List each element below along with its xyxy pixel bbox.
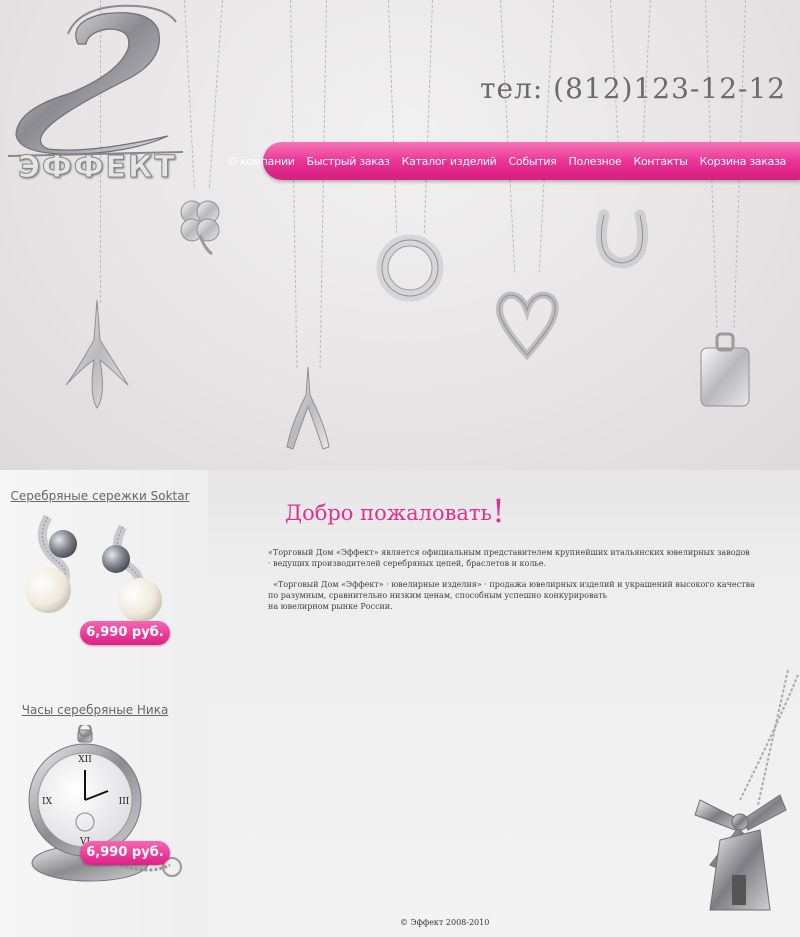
text-line: «Торговый Дом «Эффект» является официаль… [268, 548, 750, 557]
heart-pendant-icon [495, 291, 559, 360]
phone-number: тел: (812)123-12-12 [480, 72, 787, 105]
chain [538, 0, 554, 275]
logo-text: ЭФФЕКТ [18, 150, 177, 186]
intro-paragraph-1: «Торговый Дом «Эффект» является официаль… [268, 547, 768, 569]
text-line: на ювелирном рынке России. [268, 602, 393, 611]
nav-item-catalog[interactable]: Каталог изделий [402, 155, 497, 168]
nav-item-contacts[interactable]: Контакты [633, 155, 688, 168]
welcome-mark: ! [491, 492, 505, 530]
price-badge-watch[interactable]: 6,990 руб. [80, 841, 170, 865]
intro-paragraph-2: «Торговый Дом «Эффект» · ювелирные издел… [268, 579, 768, 612]
text-line: «Торговый Дом «Эффект» · ювелирные издел… [268, 580, 755, 589]
chain [388, 0, 398, 235]
nav-item-useful[interactable]: Полезное [569, 155, 622, 168]
svg-text:III: III [119, 797, 130, 807]
text-line: · ведущих производителей серебряных цепе… [268, 559, 547, 568]
clover-pendant-icon [180, 200, 220, 256]
horseshoe-pendant-icon [595, 209, 649, 269]
chain [184, 0, 195, 190]
chain [208, 0, 223, 190]
tag-pendant-icon [700, 332, 750, 407]
chain [319, 0, 327, 370]
windmill-pendant-image [694, 670, 799, 911]
hero-banner: ЭФФЕКТ тел: (812)123-12-12 О компании Бы… [0, 0, 800, 470]
svg-text:IX: IX [42, 797, 53, 807]
wishbone-pendant-icon [286, 366, 330, 450]
text-line: по разумным, сравнительно низким ценам, … [268, 591, 608, 600]
footer-copyright: © Эффект 2008-2010 [400, 918, 490, 927]
chain [500, 0, 516, 275]
ring-pendant-icon [376, 234, 444, 302]
welcome-heading: Добро пожаловать! [285, 490, 505, 530]
promo-title-watch[interactable]: Часы серебряные Ника [0, 703, 195, 717]
nav-item-quick-order[interactable]: Быстрый заказ [307, 155, 390, 168]
earrings-image[interactable] [18, 512, 168, 632]
nav-item-about[interactable]: О компании [228, 155, 295, 168]
chain [290, 0, 298, 370]
drop-pendant-icon [65, 300, 129, 409]
welcome-text: Добро пожаловать [285, 501, 492, 525]
promo-title-earrings[interactable]: Серебряные сережки Soktar [0, 489, 200, 503]
svg-text:XII: XII [78, 755, 92, 765]
nav-item-cart[interactable]: Корзина заказа [700, 155, 787, 168]
chain [423, 0, 433, 235]
sidebar: Серебряные сережки Soktar 6,990 руб. Час… [0, 470, 208, 937]
price-badge-earrings[interactable]: 6,990 руб. [80, 621, 170, 645]
nav-item-events[interactable]: События [509, 155, 557, 168]
main-nav: О компании Быстрый заказ Каталог изделий… [228, 142, 800, 180]
